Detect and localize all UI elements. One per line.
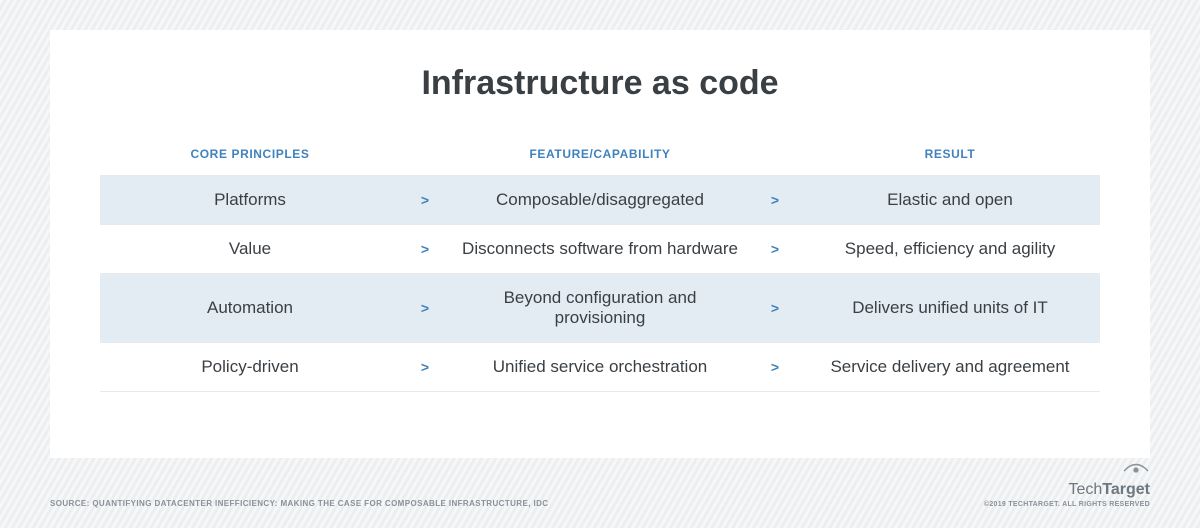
brand-prefix: Tech (1068, 481, 1102, 498)
chevron-right-icon: > (750, 342, 800, 392)
table-header-row: CORE PRINCIPLES FEATURE/CAPABILITY RESUL… (100, 137, 1100, 175)
header-spacer (400, 137, 450, 175)
cell-core: Policy-driven (100, 342, 400, 392)
page-title: Infrastructure as code (100, 64, 1100, 103)
header-spacer (750, 137, 800, 175)
copyright-text: ©2019 TECHTARGET. ALL RIGHTS RESERVED (984, 501, 1150, 508)
chevron-right-icon: > (750, 224, 800, 273)
cell-result: Elastic and open (800, 175, 1100, 224)
table-row: Value > Disconnects software from hardwa… (100, 224, 1100, 273)
cell-result: Speed, efficiency and agility (800, 224, 1100, 273)
footer: SOURCE: QUANTIFYING DATACENTER INEFFICIE… (50, 461, 1150, 508)
cell-result: Service delivery and agreement (800, 342, 1100, 392)
chevron-right-icon: > (400, 224, 450, 273)
header-core: CORE PRINCIPLES (100, 137, 400, 175)
cell-feature: Beyond configuration and provisioning (450, 273, 750, 342)
chevron-right-icon: > (750, 273, 800, 342)
table-row: Platforms > Composable/disaggregated > E… (100, 175, 1100, 224)
table-row: Automation > Beyond configuration and pr… (100, 273, 1100, 342)
chevron-right-icon: > (400, 273, 450, 342)
cell-core: Automation (100, 273, 400, 342)
cell-core: Platforms (100, 175, 400, 224)
eye-icon (1122, 461, 1150, 475)
source-attribution: SOURCE: QUANTIFYING DATACENTER INEFFICIE… (50, 499, 548, 508)
brand-logo: TechTarget (984, 481, 1150, 499)
chevron-right-icon: > (400, 175, 450, 224)
table-row: Policy-driven > Unified service orchestr… (100, 342, 1100, 392)
cell-result: Delivers unified units of IT (800, 273, 1100, 342)
cell-feature: Composable/disaggregated (450, 175, 750, 224)
chevron-right-icon: > (400, 342, 450, 392)
cell-core: Value (100, 224, 400, 273)
content-card: Infrastructure as code CORE PRINCIPLES F… (50, 30, 1150, 458)
header-result: RESULT (800, 137, 1100, 175)
header-feature: FEATURE/CAPABILITY (450, 137, 750, 175)
brand-suffix: Target (1102, 481, 1150, 498)
cell-feature: Disconnects software from hardware (450, 224, 750, 273)
iac-table: CORE PRINCIPLES FEATURE/CAPABILITY RESUL… (100, 137, 1100, 392)
cell-feature: Unified service orchestration (450, 342, 750, 392)
chevron-right-icon: > (750, 175, 800, 224)
brand-block: TechTarget ©2019 TECHTARGET. ALL RIGHTS … (984, 461, 1150, 508)
